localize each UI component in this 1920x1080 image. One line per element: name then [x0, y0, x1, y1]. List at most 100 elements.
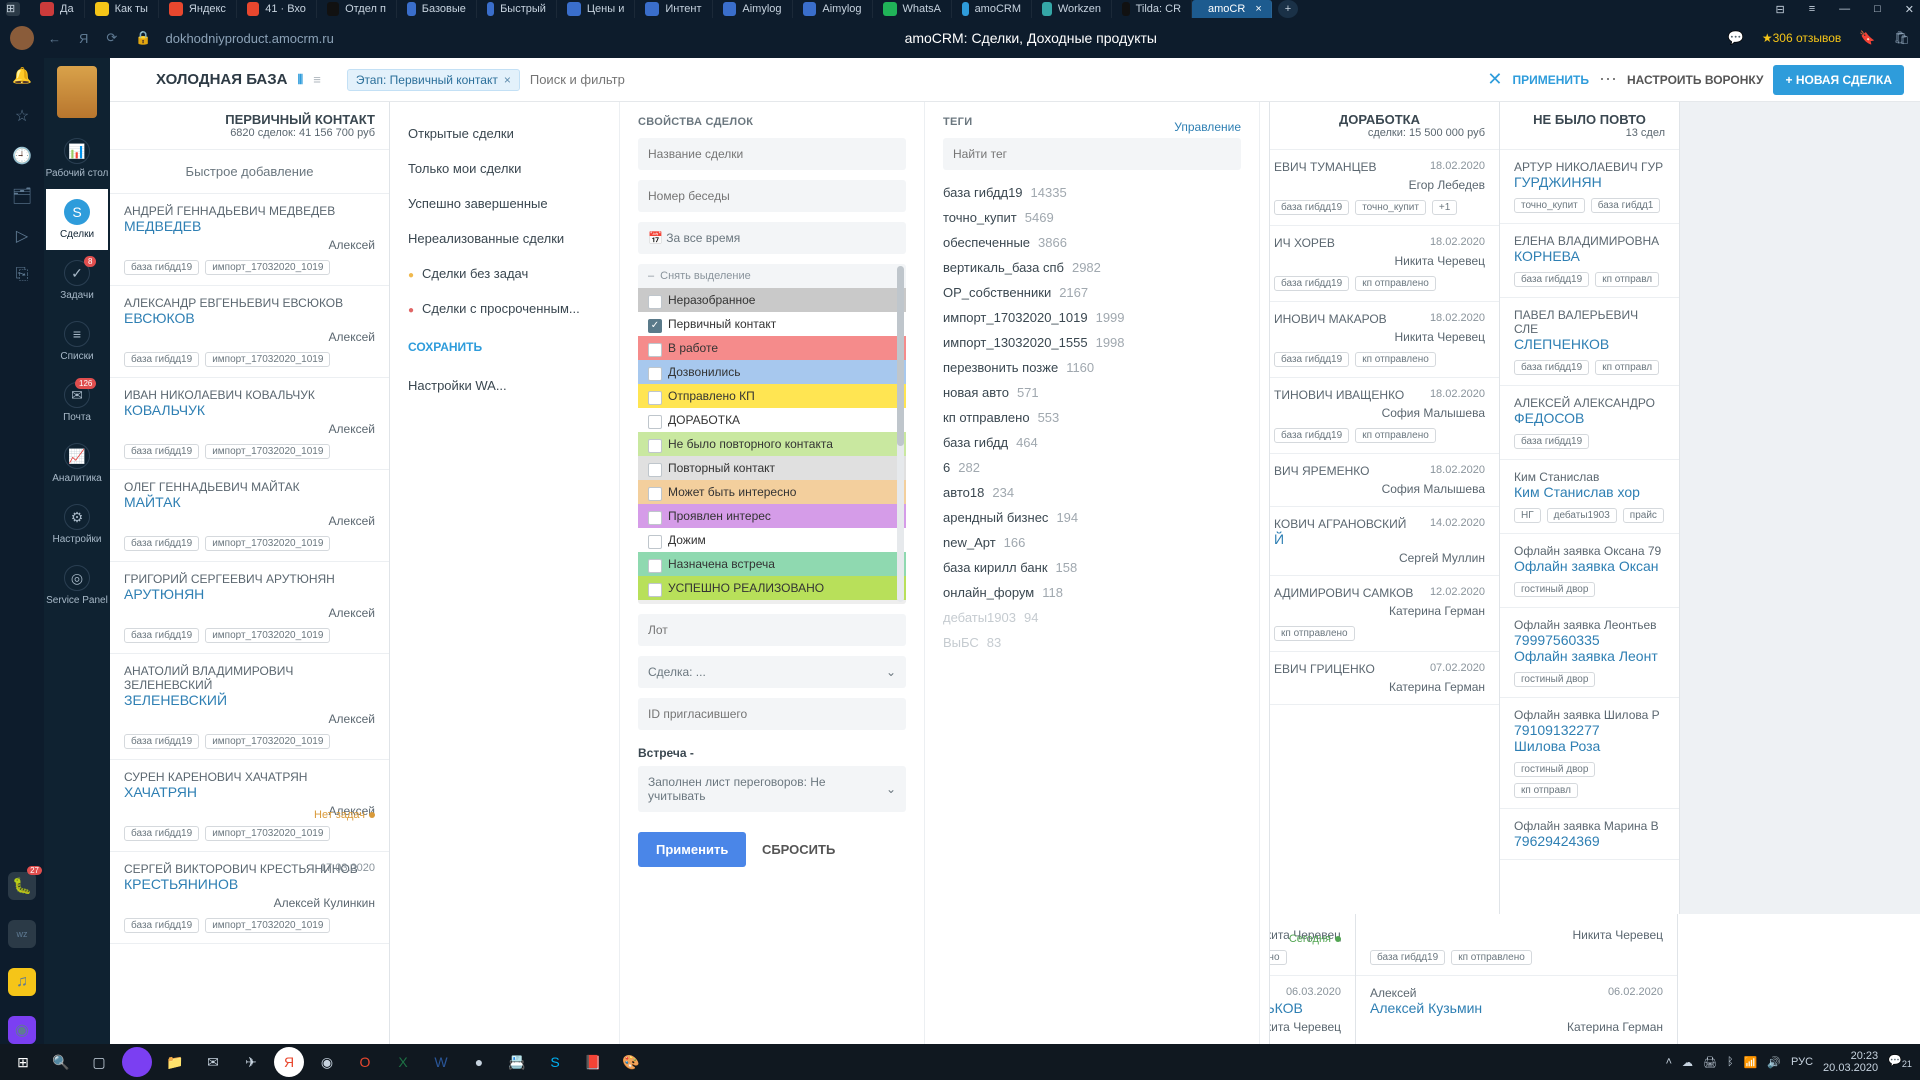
tag-option[interactable]: ВыБС83: [943, 630, 1241, 655]
tag-option[interactable]: точно_купит5469: [943, 205, 1241, 230]
more-icon[interactable]: ⋯: [1599, 69, 1617, 90]
browser-tab[interactable]: Да: [30, 0, 85, 18]
task-excel[interactable]: X: [388, 1047, 418, 1077]
period-select[interactable]: 📅 За все время: [638, 222, 906, 254]
filter-chip-remove[interactable]: ×: [504, 73, 511, 87]
deal-name-input[interactable]: [638, 138, 906, 170]
rail-item-Настройки[interactable]: ⚙Настройки: [46, 494, 109, 555]
task-word[interactable]: W: [426, 1047, 456, 1077]
preset-success[interactable]: Успешно завершенные: [408, 186, 601, 221]
deal-card[interactable]: АЛЕКСЕЙ АЛЕКСАНДРОФЕДОСОВбаза гибдд19: [1500, 386, 1679, 460]
deal-card[interactable]: Офлайн заявка Шилова Р79109132277Шилова …: [1500, 698, 1679, 809]
stage-option[interactable]: Первичный контакт: [638, 312, 906, 336]
deal-card[interactable]: АНАТОЛИЙ ВЛАДИМИРОВИЧ ЗЕЛЕНЕВСКИЙЗЕЛЕНЕВ…: [110, 654, 389, 760]
window-minimize[interactable]: —: [1839, 3, 1850, 16]
browser-tab[interactable]: WhatsA: [873, 0, 953, 18]
clock-icon[interactable]: 🕘: [12, 146, 32, 166]
tray-clock[interactable]: 20:23 20.03.2020: [1823, 1050, 1878, 1074]
rail-item-Сделки[interactable]: SСделки: [46, 189, 109, 250]
preset-no-tasks[interactable]: Сделки без задач: [408, 256, 601, 291]
deal-card[interactable]: Офлайн заявка Леонтьев79997560335Офлайн …: [1500, 608, 1679, 698]
stage-option[interactable]: Дожим: [638, 528, 906, 552]
stage-option[interactable]: В работе: [638, 336, 906, 360]
task-browser[interactable]: [122, 1047, 152, 1077]
deal-card[interactable]: АРТУР НИКОЛАЕВИЧ ГУРГУРДЖИНЯНточно_купит…: [1500, 150, 1679, 224]
preset-lost[interactable]: Нереализованные сделки: [408, 221, 601, 256]
new-tab-button[interactable]: +: [1278, 0, 1298, 18]
rail-item-Списки[interactable]: ≡Списки: [46, 311, 109, 372]
list-icon[interactable]: ≡: [313, 72, 321, 87]
tray-print[interactable]: 🖨: [1703, 1056, 1717, 1069]
stage-option[interactable]: Проявлен интерес: [638, 504, 906, 528]
deal-card[interactable]: ЕЛЕНА ВЛАДИМИРОВНАКОРНЕВАбаза гибдд19кп …: [1500, 224, 1679, 298]
deal-card[interactable]: СУРЕН КАРЕНОВИЧ ХАЧАТРЯНХАЧАТРЯННет зада…: [110, 760, 389, 852]
tag-option[interactable]: перезвонить позже1160: [943, 355, 1241, 380]
lot-input[interactable]: [638, 614, 906, 646]
deal-card[interactable]: 18.02.2020ИНОВИЧ МАКАРОВНикита Черевецба…: [1260, 302, 1499, 378]
star-icon[interactable]: ☆: [15, 106, 29, 126]
tray-lang[interactable]: РУС: [1791, 1056, 1813, 1068]
scrollbar-thumb[interactable]: [897, 266, 904, 446]
tag-option[interactable]: new_Арт166: [943, 530, 1241, 555]
deselect-all[interactable]: Снять выделение: [660, 270, 751, 282]
deal-card[interactable]: ГРИГОРИЙ СЕРГЕЕВИЧ АРУТЮНЯНАРУТЮНЯНАлекс…: [110, 562, 389, 654]
task-telegram[interactable]: ✈: [236, 1047, 266, 1077]
browser-tab[interactable]: Яндекс: [159, 0, 237, 18]
tag-option[interactable]: импорт_13032020_15551998: [943, 330, 1241, 355]
reset-button[interactable]: СБРОСИТЬ: [762, 842, 835, 857]
reload-icon[interactable]: ⟳: [106, 30, 117, 46]
deal-card[interactable]: 18.02.2020ВИЧ ЯРЕМЕНКОСофия Малышева: [1260, 454, 1499, 507]
browser-tab[interactable]: Как ты: [85, 0, 159, 18]
preset-mine[interactable]: Только мои сделки: [408, 151, 601, 186]
pipeline-title[interactable]: ХОЛОДНАЯ БАЗА: [156, 71, 287, 88]
worm-ext[interactable]: 🐛: [8, 872, 36, 900]
deal-card[interactable]: Офлайн заявка Оксана 79Офлайн заявка Окс…: [1500, 534, 1679, 608]
task-calc[interactable]: 📇: [502, 1047, 532, 1077]
preset-open[interactable]: Открытые сделки: [408, 116, 601, 151]
task-search[interactable]: 🔍: [46, 1047, 76, 1077]
preset-overdue[interactable]: Сделки с просроченным...: [408, 291, 601, 326]
task-explorer[interactable]: 📁: [160, 1047, 190, 1077]
tabs-icon[interactable]: 🗂: [12, 186, 32, 206]
browser-tab[interactable]: Aimylog: [793, 0, 873, 18]
filter-chip-stage[interactable]: Этап: Первичный контакт ×: [347, 69, 520, 91]
apps-icon[interactable]: ⊞: [6, 2, 20, 16]
task-pdf[interactable]: 📕: [578, 1047, 608, 1077]
tune-pipeline-button[interactable]: НАСТРОИТЬ ВОРОНКУ: [1627, 73, 1763, 87]
close-filter-icon[interactable]: ✕: [1487, 69, 1502, 90]
back-icon[interactable]: ←: [48, 31, 61, 46]
deal-card[interactable]: Ким СтаниславКим Станислав хорНГдебаты19…: [1500, 460, 1679, 534]
wa-settings[interactable]: Настройки WA...: [408, 368, 601, 403]
talk-sheet-select[interactable]: Заполнен лист переговоров: Не учитывать⌄: [638, 766, 906, 812]
start-button[interactable]: ⊞: [8, 1047, 38, 1077]
task-view[interactable]: ▢: [84, 1047, 114, 1077]
browser-tab[interactable]: Базовые: [397, 0, 477, 18]
deal-card[interactable]: ПАВЕЛ ВАЛЕРЬЕВИЧ СЛЕСЛЕПЧЕНКОВбаза гибдд…: [1500, 298, 1679, 386]
stage-option[interactable]: Неразобранное: [638, 288, 906, 312]
browser-tab[interactable]: amoCRM: [952, 0, 1032, 18]
deal-card[interactable]: ИВАН НИКОЛАЕВИЧ КОВАЛЬЧУККОВАЛЬЧУКАлексе…: [110, 378, 389, 470]
tag-option[interactable]: авто18234: [943, 480, 1241, 505]
stage-option[interactable]: УСПЕШНО РЕАЛИЗОВАНО: [638, 576, 906, 600]
task-paint[interactable]: 🎨: [616, 1047, 646, 1077]
inviter-id-input[interactable]: [638, 698, 906, 730]
funnel-icon[interactable]: ⦀: [297, 72, 303, 88]
deal-card[interactable]: 06.02.2020АлексейАлексей КузьминКатерина…: [1356, 976, 1677, 1044]
deal-card[interactable]: 18.02.2020ТИНОВИЧ ИВАЩЕНКОСофия Малышева…: [1260, 378, 1499, 454]
tag-option[interactable]: вертикаль_база спб2982: [943, 255, 1241, 280]
deal-card[interactable]: 18.02.2020ЕВИЧ ТУМАНЦЕВЕгор Лебедевбаза …: [1260, 150, 1499, 226]
stage-multiselect[interactable]: –Снять выделение НеразобранноеПервичный …: [638, 264, 906, 604]
wz-ext[interactable]: wz: [8, 920, 36, 948]
tag-option[interactable]: база гибдд464: [943, 430, 1241, 455]
quick-add-button[interactable]: Быстрое добавление: [110, 150, 389, 194]
tag-option[interactable]: кп отправлено553: [943, 405, 1241, 430]
tray-wifi[interactable]: 📶: [1744, 1056, 1758, 1069]
address-text[interactable]: dokhodniyproduct.amocrm.ru: [165, 31, 333, 46]
bookmark-icon[interactable]: 🔖: [1859, 30, 1875, 46]
new-deal-button[interactable]: + НОВАЯ СДЕЛКА: [1773, 65, 1904, 95]
chat-icon[interactable]: 💬: [1728, 30, 1744, 46]
avatar[interactable]: [10, 26, 34, 50]
tag-option[interactable]: 6282: [943, 455, 1241, 480]
task-yandex[interactable]: Я: [274, 1047, 304, 1077]
stage-option[interactable]: ДОРАБОТКА: [638, 408, 906, 432]
